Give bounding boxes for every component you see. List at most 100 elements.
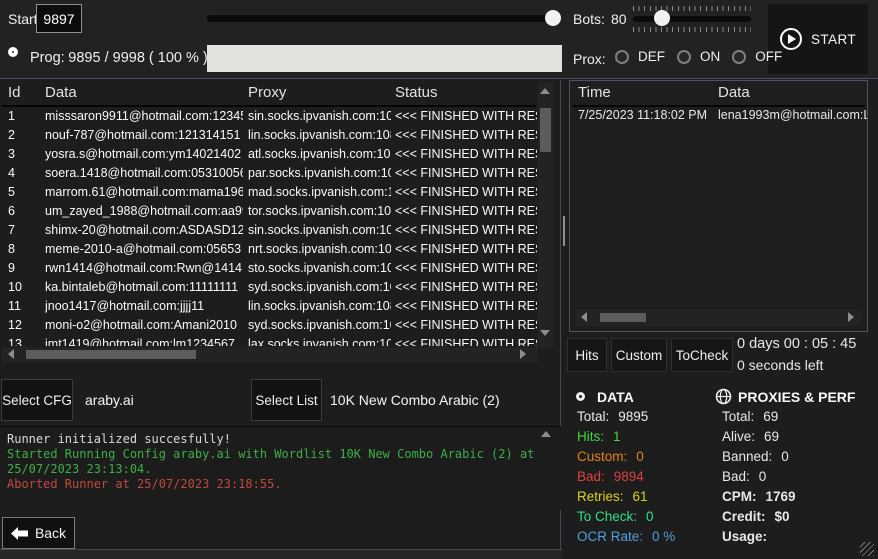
- row-data: um_zayed_1988@hotmail.com:aa99: [45, 204, 243, 218]
- table-row[interactable]: 4soera.1418@hotmail.com:05310056par.sock…: [0, 164, 538, 183]
- stat-bad: Bad:0: [722, 469, 796, 489]
- select-cfg-button[interactable]: Select CFG: [1, 379, 73, 421]
- col-header-time[interactable]: Time: [578, 84, 611, 101]
- col-header-data[interactable]: Data: [45, 84, 77, 101]
- table-row[interactable]: 8meme-2010-a@hotmail.com:05653nrt.socks.…: [0, 240, 538, 259]
- row-proxy: mad.socks.ipvanish.com:10: [248, 185, 391, 199]
- runner-window: Start: Bots: 80 START Prog: 9895 / 9998 …: [0, 0, 878, 559]
- elapsed-time: 0 days 00 : 05 : 45: [737, 336, 856, 352]
- hit-data: lena1993m@hotmail.com:LEE: [718, 108, 867, 122]
- stat-value: 1: [613, 429, 621, 444]
- select-list-label: Select List: [255, 393, 317, 408]
- table-row[interactable]: 3 yosra.s@hotmail.com:ym14021402 atl.socks…: [0, 145, 538, 164]
- scroll-up-icon[interactable]: [540, 88, 550, 94]
- start-button-label: START: [811, 32, 856, 47]
- hit-time: 7/25/2023 11:18:02 PM: [578, 108, 716, 122]
- table-row[interactable]: 7shimx-20@hotmail.com:ASDASD123sin.socks…: [0, 221, 538, 240]
- col-header-status[interactable]: Status: [395, 84, 438, 101]
- table-row[interactable]: 7/25/2023 11:18:02 PMlena1993m@hotmail.c…: [570, 108, 867, 127]
- row-id: 7: [8, 223, 40, 237]
- row-status: <<< FINISHED WITH RES: [395, 261, 537, 275]
- stat-custom: Custom:0: [577, 449, 675, 469]
- start-input[interactable]: [36, 4, 82, 33]
- log-scroll-up-icon[interactable]: [541, 431, 551, 437]
- data-panel-icon ring-icon: [576, 392, 585, 401]
- row-data: meme-2010-a@hotmail.com:05653: [45, 242, 243, 256]
- remaining-time: 0 seconds left: [737, 357, 823, 373]
- stat-value: 0: [646, 509, 654, 524]
- top-bar: Start: Bots: 80 START Prog: 9895 / 9998 …: [0, 0, 878, 79]
- select-list-button[interactable]: Select List: [251, 379, 322, 421]
- row-id: 3: [8, 147, 40, 161]
- arrow-left-icon: [11, 527, 28, 540]
- proxies-stats: Total:69Alive:69Banned:0Bad:0CPM:1769Cre…: [722, 409, 796, 549]
- prog-label: Prog:: [30, 50, 65, 66]
- proxies-panel-icon globe-icon: [715, 388, 732, 408]
- stat-value: 9895: [618, 409, 648, 424]
- scroll-right-icon[interactable]: [848, 312, 854, 322]
- row-status: <<< FINISHED WITH RES: [395, 166, 537, 180]
- data-panel-title: DATA: [597, 389, 634, 405]
- hits-table: Time Data 7/25/2023 11:18:02 PMlena1993m…: [569, 80, 868, 332]
- stat-ocrrate: OCR Rate:0 %: [577, 529, 675, 549]
- table-row[interactable]: 2nouf-787@hotmail.com:121314151lin.socks…: [0, 126, 538, 145]
- runner-log[interactable]: Runner initialized succesfully!Started R…: [0, 426, 561, 510]
- table-row[interactable]: 1misssaron9911@hotmail.com:12345sin.sock…: [0, 107, 538, 126]
- horizontal-scroll-thumb[interactable]: [600, 313, 646, 322]
- prox-def-radio[interactable]: [615, 50, 629, 64]
- stat-value: 69: [764, 429, 779, 444]
- hits-horizontal-scrollbar[interactable]: [576, 309, 861, 326]
- table-row[interactable]: 13imt1419@hotmail.com:lm1234567lax.socks…: [0, 335, 538, 346]
- start-slider[interactable]: [207, 15, 556, 22]
- prog-value: 9895 / 9998 ( 100 % ): [68, 50, 207, 66]
- col-header-proxy[interactable]: Proxy: [248, 84, 286, 101]
- tab-hits[interactable]: Hits: [567, 338, 607, 372]
- back-button[interactable]: Back: [2, 517, 75, 549]
- start-slider-thumb[interactable]: [545, 10, 561, 26]
- resize-grip[interactable]: [860, 542, 874, 556]
- scroll-left-icon[interactable]: [581, 312, 587, 322]
- table-row[interactable]: 11jnoo1417@hotmail.com:jjjj11lin.socks.i…: [0, 297, 538, 316]
- row-id: 2: [8, 128, 40, 142]
- scroll-down-icon[interactable]: [540, 330, 550, 336]
- data-stats: Total:9895Hits:1Custom:0Bad:9894Retries:…: [577, 409, 675, 549]
- table-row[interactable]: 12moni-o2@hotmail.com:Amani2010syd.socks…: [0, 316, 538, 335]
- row-proxy: par.socks.ipvanish.com:108: [248, 166, 391, 180]
- results-vertical-scrollbar[interactable]: [538, 82, 553, 348]
- stat-value: 9894: [614, 469, 644, 484]
- row-id: 1: [8, 109, 40, 123]
- table-row[interactable]: 9rwn1414@hotmail.com:Rwn@1414sto.socks.i…: [0, 259, 538, 278]
- select-cfg-label: Select CFG: [2, 393, 72, 408]
- stat-label: CPM:: [722, 489, 757, 504]
- table-row[interactable]: 6um_zayed_1988@hotmail.com:aa99tor.socks…: [0, 202, 538, 221]
- row-data: yosra.s@hotmail.com:ym14021402: [45, 147, 243, 161]
- scroll-left-icon[interactable]: [8, 349, 14, 359]
- prox-on-radio[interactable]: [677, 50, 691, 64]
- bots-slider[interactable]: [633, 16, 751, 22]
- prog-indicator-icon: [8, 47, 18, 57]
- table-row[interactable]: 5marrom.61@hotmail.com:mama196mad.socks.…: [0, 183, 538, 202]
- tab-tocheck[interactable]: ToCheck: [671, 338, 733, 372]
- scroll-right-icon[interactable]: [520, 349, 526, 359]
- horizontal-scroll-thumb[interactable]: [26, 350, 196, 359]
- col-header-hits-data[interactable]: Data: [718, 84, 750, 101]
- tab-custom[interactable]: Custom: [611, 338, 667, 372]
- bots-slider-ticks-bottom: [633, 27, 751, 32]
- bots-slider-thumb[interactable]: [654, 10, 670, 26]
- log-line: Aborted Runner at 25/07/2023 23:18:55.: [7, 477, 557, 492]
- row-data: misssaron9911@hotmail.com:12345: [45, 109, 243, 123]
- stat-tocheck: To Check:0: [577, 509, 675, 529]
- row-data: ka.bintaleb@hotmail.com:11111111: [45, 280, 243, 294]
- stat-value: 61: [633, 489, 648, 504]
- stat-label: Total:: [577, 409, 609, 424]
- row-proxy: atl.socks.ipvanish.com:108: [248, 147, 391, 161]
- panel-splitter[interactable]: [563, 216, 565, 246]
- vertical-scroll-thumb[interactable]: [540, 108, 551, 152]
- row-status: <<< FINISHED WITH RES: [395, 299, 537, 313]
- table-row[interactable]: 10ka.bintaleb@hotmail.com:11111111syd.so…: [0, 278, 538, 297]
- row-proxy: lax.socks.ipvanish.com:108: [248, 337, 391, 346]
- col-header-id[interactable]: Id: [8, 84, 21, 101]
- stat-value: 0 %: [652, 529, 675, 544]
- prox-off-radio[interactable]: [732, 50, 746, 64]
- results-horizontal-scrollbar[interactable]: [2, 347, 538, 362]
